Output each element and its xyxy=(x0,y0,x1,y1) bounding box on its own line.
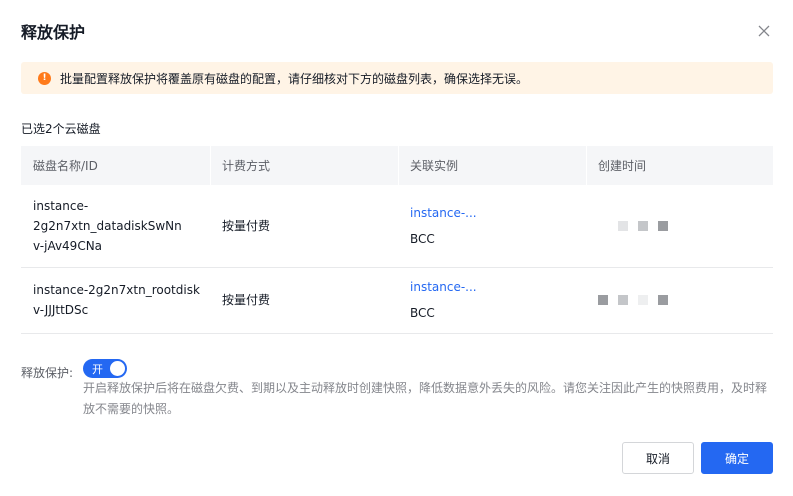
instance-type: BCC xyxy=(410,231,435,246)
dialog-title: 释放保护 xyxy=(21,23,86,42)
billing-cell: 按量付费 xyxy=(210,267,398,334)
disk-name-line: 2g2n7xtn_datadiskSwNn xyxy=(33,218,182,233)
protection-label: 释放保护: xyxy=(21,366,74,380)
disk-name-line: instance-2g2n7xtn_rootdisk xyxy=(33,283,200,297)
warning-alert: ! 批量配置释放保护将覆盖原有磁盘的配置，请仔细核对下方的磁盘列表，确保选择无误… xyxy=(21,62,773,94)
instance-type: BCC xyxy=(410,306,435,320)
protection-description: 开启释放保护后将在磁盘欠费、到期以及主动释放时创建快照，降低数据意外丢失的风险。… xyxy=(83,381,768,416)
alert-text: 批量配置释放保护将覆盖原有磁盘的配置，请仔细核对下方的磁盘列表，确保选择无误。 xyxy=(60,71,529,86)
selected-count: 已选2个云磁盘 xyxy=(21,122,101,136)
disk-name-line: instance- xyxy=(33,198,89,213)
cancel-button[interactable]: 取消 xyxy=(622,442,694,474)
toggle-knob xyxy=(110,361,125,376)
instance-cell: instance-... BCC xyxy=(398,267,586,334)
table-row: instance-2g2n7xtn_rootdisk v-JJJttDSc 按量… xyxy=(21,267,773,334)
disk-name-cell: instance- 2g2n7xtn_datadiskSwNn v-jAv49C… xyxy=(21,185,210,268)
release-protection-dialog: 释放保护 ! 批量配置释放保护将覆盖原有磁盘的配置，请仔细核对下方的磁盘列表，确… xyxy=(0,0,793,496)
created-time-cell xyxy=(586,185,773,268)
disk-name-cell: instance-2g2n7xtn_rootdisk v-JJJttDSc xyxy=(21,267,210,334)
instance-link[interactable]: instance-... xyxy=(410,203,586,223)
toggle-text: 开 xyxy=(92,363,103,376)
placeholder-square xyxy=(638,220,648,231)
disk-table: 磁盘名称/ID 计费方式 关联实例 创建时间 instance- 2g2n7xt… xyxy=(21,146,773,334)
disk-name-line: v-jAv49CNa xyxy=(33,238,103,253)
billing-cell: 按量付费 xyxy=(210,185,398,268)
close-icon[interactable] xyxy=(757,24,771,38)
header-billing: 计费方式 xyxy=(210,146,398,185)
placeholder-square xyxy=(618,295,628,305)
protection-toggle[interactable]: 开 xyxy=(83,359,127,378)
created-time-cell xyxy=(586,267,773,334)
placeholder-square xyxy=(658,220,668,231)
table-header-row: 磁盘名称/ID 计费方式 关联实例 创建时间 xyxy=(21,146,773,185)
instance-link[interactable]: instance-... xyxy=(410,277,586,297)
placeholder-square xyxy=(658,295,668,305)
placeholder-square xyxy=(598,295,608,305)
placeholder-square xyxy=(638,295,648,305)
warning-icon: ! xyxy=(38,71,51,85)
header-disk-name: 磁盘名称/ID xyxy=(21,146,210,185)
header-instance: 关联实例 xyxy=(398,146,586,185)
confirm-button[interactable]: 确定 xyxy=(701,442,773,474)
header-created-time: 创建时间 xyxy=(586,146,773,185)
table-row: instance- 2g2n7xtn_datadiskSwNn v-jAv49C… xyxy=(21,185,773,268)
placeholder-square xyxy=(618,220,628,231)
disk-name-line: v-JJJttDSc xyxy=(33,303,89,317)
loading-placeholder xyxy=(598,295,773,305)
loading-placeholder xyxy=(598,220,773,231)
instance-cell: instance-... BCC xyxy=(398,185,586,268)
